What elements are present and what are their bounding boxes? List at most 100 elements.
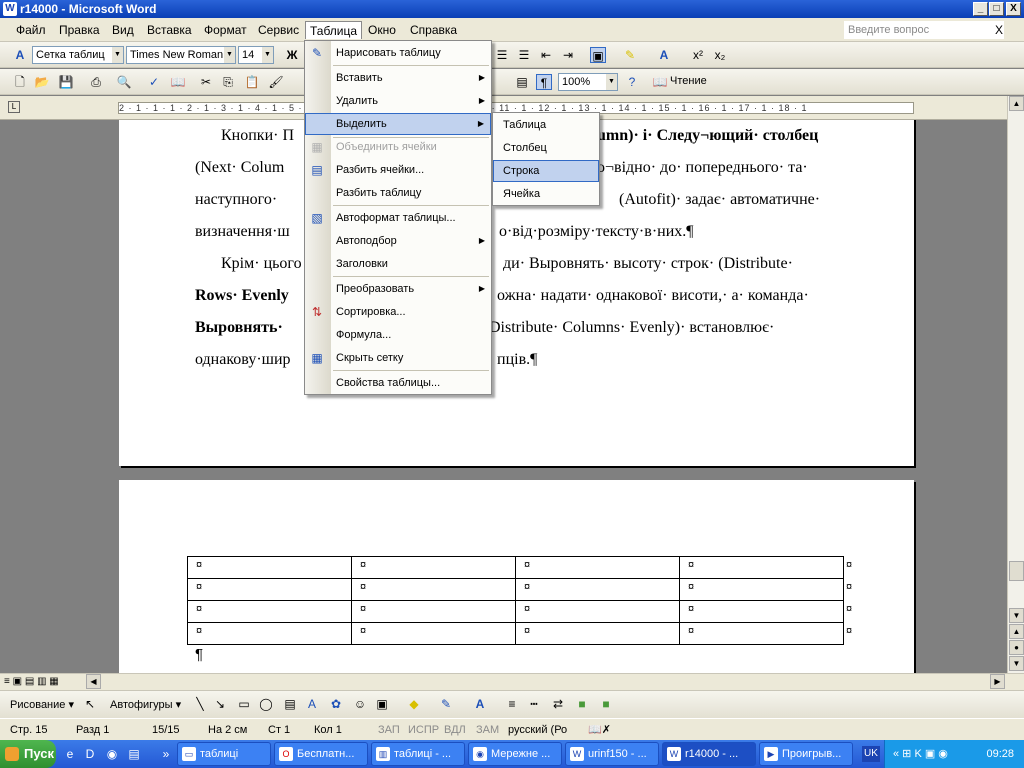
doc-line[interactable]: пців.¶ (497, 344, 537, 376)
new-document-icon[interactable]: 🗋 (12, 74, 28, 90)
status-page[interactable]: Стр. 15 (10, 719, 47, 741)
table-cell[interactable]: ¤ (351, 578, 516, 601)
chevron-down-icon[interactable]: ▼ (224, 47, 235, 63)
line-icon[interactable]: ╲ (192, 696, 208, 712)
diagram-icon[interactable]: ✿ (328, 696, 344, 712)
research-icon[interactable]: 📖 (170, 74, 186, 90)
status-overtype[interactable]: ЗАМ (476, 719, 499, 741)
status-position[interactable]: На 2 см (208, 719, 247, 741)
menu-tools[interactable]: Сервис (254, 21, 303, 39)
dash-style-icon[interactable]: ┅ (526, 696, 542, 712)
doc-line[interactable]: Rows· Evenly (195, 280, 289, 312)
reading-button[interactable]: Чтение (670, 75, 707, 87)
bullets-icon[interactable]: ☰ (516, 47, 532, 63)
close-button[interactable]: X (1006, 2, 1021, 16)
menu-item-delete[interactable]: Удалить ▶ (305, 90, 491, 112)
doc-line[interactable]: Distribute· Columns· Evenly)· встановлює… (489, 312, 774, 344)
language-indicator[interactable]: UK (862, 746, 880, 762)
doc-line[interactable]: Выровнять· (195, 312, 283, 344)
borders-icon[interactable]: ▣ (590, 47, 606, 63)
table-cell[interactable]: ¤ (187, 600, 352, 623)
fill-color-icon[interactable]: ◆ (406, 696, 422, 712)
bold-button[interactable]: Ж (284, 47, 300, 63)
rectangle-icon[interactable]: ▭ (236, 696, 252, 712)
status-column[interactable]: Кол 1 (314, 719, 342, 741)
textbox-icon[interactable]: ▤ (282, 696, 298, 712)
menu-item-merge-cells[interactable]: ▦ Объединить ячейки (305, 136, 491, 158)
doc-line[interactable]: визначення·ш (195, 216, 290, 248)
increase-indent-icon[interactable]: ⇥ (560, 47, 576, 63)
table-row[interactable]: ¤ ¤ ¤ ¤ ¤ (187, 622, 858, 645)
scroll-up-icon[interactable]: ▲ (1009, 96, 1024, 111)
quicklaunch-icon[interactable]: ◉ (104, 746, 120, 762)
doc-line[interactable]: ди· Выровнять· высоту· строк· (Distribut… (503, 248, 793, 280)
save-icon[interactable]: 💾 (58, 74, 74, 90)
scroll-down-icon[interactable]: ▼ (1009, 608, 1024, 623)
doc-line[interactable]: однакову·шир (195, 344, 291, 376)
select-objects-icon[interactable]: ↖ (82, 696, 98, 712)
reading-icon[interactable]: 📖 (652, 74, 668, 90)
clipart-icon[interactable]: ☺ (352, 696, 368, 712)
clock[interactable]: 09:28 (986, 748, 1014, 760)
ie-icon[interactable]: e (62, 746, 78, 762)
table-cell[interactable]: ¤ (187, 556, 352, 579)
tray-icons[interactable]: « ⊞ K ▣ ◉ (893, 740, 948, 768)
status-section[interactable]: Разд 1 (76, 719, 109, 741)
doc-line[interactable]: наступного· (195, 184, 277, 216)
task-item[interactable]: O Бесплатн... (274, 742, 368, 766)
font-size-combo[interactable]: 14 ▼ (238, 46, 274, 64)
maximize-button[interactable]: □ (989, 2, 1004, 16)
status-track[interactable]: ИСПР (408, 719, 439, 741)
table-row[interactable]: ¤ ¤ ¤ ¤ ¤ (187, 556, 858, 579)
print-preview-icon[interactable]: 🔍 (116, 74, 132, 90)
line-color-icon[interactable]: ✎ (438, 696, 454, 712)
menu-edit[interactable]: Правка (55, 21, 104, 39)
submenu-item-column[interactable]: Столбец (493, 137, 599, 159)
autoshapes-menu[interactable]: Автофигуры ▾ (110, 698, 181, 711)
subscript-icon[interactable]: x₂ (712, 47, 728, 63)
decrease-indent-icon[interactable]: ⇤ (538, 47, 554, 63)
more-icon[interactable]: » (158, 746, 174, 762)
drawing-menu[interactable]: Рисование ▾ (10, 698, 74, 711)
line-style-icon[interactable]: ≡ (504, 696, 520, 712)
help-icon[interactable]: ? (624, 74, 640, 90)
menu-insert[interactable]: Вставка (143, 21, 196, 39)
task-item-active[interactable]: Wr14000 - ... (662, 742, 756, 766)
menu-item-insert[interactable]: Вставить ▶ (305, 67, 491, 89)
spelling-status-icon[interactable]: 📖✗ (588, 719, 611, 741)
menu-item-select[interactable]: Выделить ▶ (305, 113, 491, 135)
doc-line[interactable]: (Next· Colum (195, 152, 284, 184)
table-cell[interactable]: ¤ (187, 578, 352, 601)
status-extend[interactable]: ВДЛ (444, 719, 466, 741)
status-line[interactable]: Ст 1 (268, 719, 290, 741)
font-combo[interactable]: Times New Roman ▼ (126, 46, 236, 64)
doc-line[interactable]: (Autofit)· задає· автоматичне· (619, 184, 820, 216)
menu-item-autofit[interactable]: Автоподбор ▶ (305, 230, 491, 252)
print-icon[interactable]: ⎙ (88, 74, 104, 90)
table-cell[interactable]: ¤ (351, 556, 516, 579)
horizontal-scrollbar[interactable]: ≡ ▣ ▤ ▥ ▦ ◀ ▶ (0, 673, 1024, 690)
style-combo[interactable]: Сетка таблиц ▼ (32, 46, 124, 64)
quicklaunch-icon[interactable]: D (82, 746, 98, 762)
paste-icon[interactable]: 📋 (244, 74, 260, 90)
chevron-down-icon[interactable]: ▼ (262, 47, 273, 63)
scroll-left-icon[interactable]: ◀ (86, 674, 101, 689)
doc-line[interactable]: ожна· надати· однакової· висоти,· а· ком… (497, 280, 809, 312)
document-map-icon[interactable]: ▤ (514, 74, 530, 90)
menu-view[interactable]: Вид (108, 21, 138, 39)
shadow-icon[interactable]: ■ (574, 696, 590, 712)
scroll-thumb[interactable] (1009, 561, 1024, 581)
table-row[interactable]: ¤ ¤ ¤ ¤ ¤ (187, 578, 858, 601)
table-cell[interactable]: ¤ (679, 600, 844, 623)
table-cell[interactable]: ¤ (351, 622, 516, 645)
submenu-item-cell[interactable]: Ячейка (493, 183, 599, 205)
page-2[interactable]: ¤ ¤ ¤ ¤ ¤ ¤ ¤ ¤ ¤ ¤ ¤ ¤ ¤ ¤ ¤ ¤ ¤ ¤ ¤ ¤ ¶ (119, 480, 914, 673)
task-item[interactable]: ▶ Проигрыв... (759, 742, 853, 766)
cut-icon[interactable]: ✂ (198, 74, 214, 90)
status-pages[interactable]: 15/15 (152, 719, 180, 741)
menu-item-table-properties[interactable]: Свойства таблицы... (305, 372, 491, 394)
arrow-icon[interactable]: ↘ (212, 696, 228, 712)
oval-icon[interactable]: ◯ (258, 696, 274, 712)
menu-item-formula[interactable]: Формула... (305, 324, 491, 346)
tab-selector[interactable]: L (8, 101, 20, 113)
